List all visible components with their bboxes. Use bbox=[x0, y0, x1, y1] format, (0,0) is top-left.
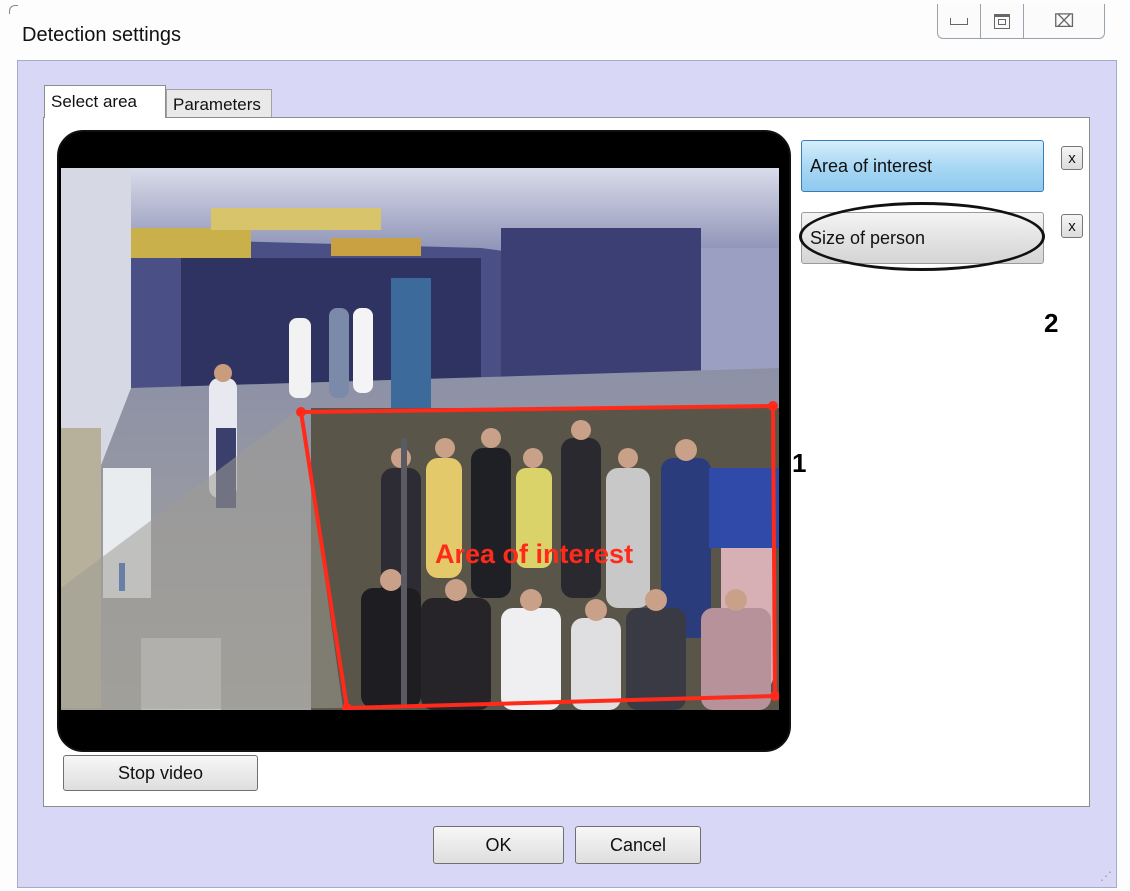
camera-scene: Area of interest bbox=[61, 168, 779, 710]
zone-button-area-of-interest[interactable]: Area of interest bbox=[801, 140, 1044, 192]
zone-label: Area of interest bbox=[810, 155, 933, 176]
cancel-button[interactable]: Cancel bbox=[575, 826, 701, 864]
button-label: Stop video bbox=[117, 762, 204, 783]
tab-label: Parameters bbox=[173, 94, 261, 114]
maximize-button[interactable] bbox=[981, 4, 1024, 39]
tab-select-area[interactable]: Select area bbox=[44, 85, 166, 118]
remove-zone-button[interactable]: x bbox=[1061, 214, 1083, 238]
callout-marker-2: 2 bbox=[1044, 308, 1059, 338]
window-controls: ⌧ bbox=[937, 4, 1112, 40]
window-title: Detection settings bbox=[22, 24, 181, 46]
zone-label: Size of person bbox=[810, 227, 926, 248]
callout-marker-1: 1 bbox=[792, 448, 807, 478]
button-label: Cancel bbox=[609, 834, 667, 855]
zone-button-size-of-person[interactable]: Size of person bbox=[801, 212, 1044, 264]
close-button[interactable]: ⌧ bbox=[1024, 4, 1105, 39]
window-corner bbox=[9, 5, 18, 14]
remove-icon: x bbox=[1068, 217, 1076, 235]
ok-button[interactable]: OK bbox=[433, 826, 564, 864]
select-area-panel: Area of interest 1 Area of interest x Si… bbox=[43, 117, 1090, 807]
stop-video-button[interactable]: Stop video bbox=[63, 755, 258, 791]
close-icon: ⌧ bbox=[1053, 10, 1075, 32]
button-label: OK bbox=[485, 834, 512, 855]
tab-label: Select area bbox=[51, 92, 137, 111]
resize-grip-icon[interactable]: ⋰ bbox=[1100, 869, 1112, 883]
minimize-button[interactable] bbox=[937, 4, 981, 39]
tab-parameters[interactable]: Parameters bbox=[166, 89, 272, 119]
area-of-interest-label: Area of interest bbox=[435, 539, 633, 569]
maximize-icon bbox=[994, 13, 1010, 29]
video-viewport[interactable]: Area of interest bbox=[57, 130, 791, 752]
remove-zone-button[interactable]: x bbox=[1061, 146, 1083, 170]
dialog-body: Select area Parameters Area of interest … bbox=[17, 60, 1117, 888]
camera-image[interactable]: Area of interest bbox=[61, 168, 779, 710]
minimize-icon bbox=[950, 17, 968, 25]
remove-icon: x bbox=[1068, 149, 1076, 167]
